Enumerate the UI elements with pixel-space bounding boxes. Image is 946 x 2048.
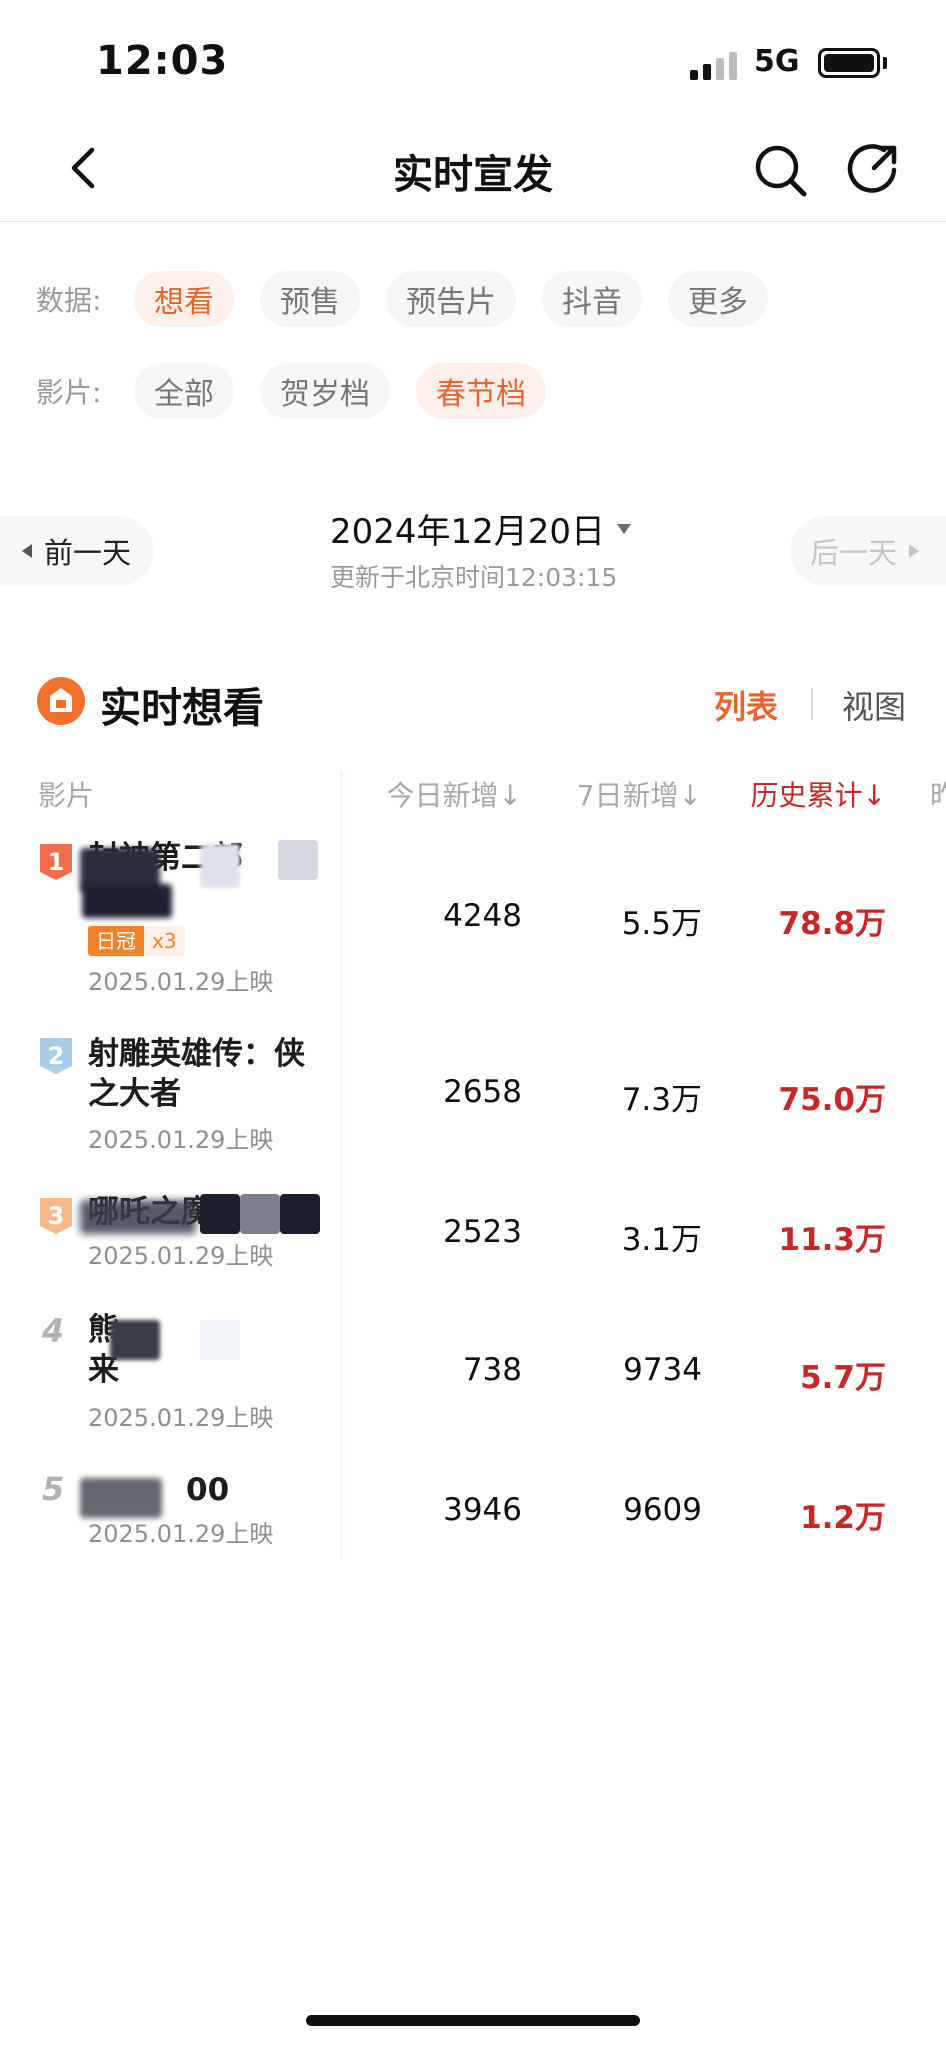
chip-spring-festival[interactable]: 春节档 xyxy=(416,363,546,419)
release-date: 2025.01.29上映 xyxy=(88,1126,274,1154)
home-indicator xyxy=(306,2015,640,2026)
film-filter-row: 影片: 全部 贺岁档 春节档 xyxy=(36,362,572,420)
data-filter-label: 数据: xyxy=(36,284,102,317)
rank-number: 3 xyxy=(48,1202,65,1230)
release-date: 2025.01.29上映 xyxy=(88,1520,274,1548)
chip-all[interactable]: 全部 xyxy=(134,363,234,419)
search-icon[interactable] xyxy=(748,138,812,202)
total-count: 1.2万 xyxy=(800,1500,886,1536)
chip-douyin[interactable]: 抖音 xyxy=(542,271,642,327)
chip-presale[interactable]: 预售 xyxy=(260,271,360,327)
today-count: 2658 xyxy=(443,1074,522,1110)
caret-down-icon xyxy=(617,523,632,534)
column-yesterday-cut: 昨 xyxy=(930,779,946,812)
table-row[interactable]: 2 射雕英雄传：侠 之大者 2025.01.29上映 2658 7.3万 75.… xyxy=(0,1032,946,1182)
censor-block xyxy=(82,884,172,918)
badge-count: x3 xyxy=(144,926,185,956)
film-name-line2: 之大者 xyxy=(88,1076,181,1112)
network-label: 5G xyxy=(754,44,800,79)
share-icon[interactable] xyxy=(840,138,904,202)
table-row[interactable]: 1 封神第二部 日冠 x3 2025.01.29上映 4248 5.5万 78.… xyxy=(0,838,946,998)
total-count: 5.7万 xyxy=(800,1360,886,1396)
week-count: 9609 xyxy=(623,1492,702,1528)
battery-icon xyxy=(818,48,880,78)
censor-block xyxy=(200,844,240,888)
rank-number: 5 xyxy=(42,1470,65,1508)
week-count: 9734 xyxy=(623,1352,702,1388)
rank-3-icon: 3 xyxy=(40,1198,72,1234)
data-filter-row: 数据: 想看 预售 预告片 抖音 更多 xyxy=(36,270,794,328)
today-count: 738 xyxy=(462,1352,522,1388)
battery-nub xyxy=(883,57,887,69)
chip-trailer[interactable]: 预告片 xyxy=(386,271,516,327)
section-title: 实时想看 xyxy=(100,684,264,732)
release-date: 2025.01.29上映 xyxy=(88,1242,274,1270)
arrow-right-icon xyxy=(909,544,920,558)
censor-block xyxy=(278,840,318,880)
censor-block xyxy=(80,1200,196,1234)
nav-bar: 实时宣发 xyxy=(0,120,946,222)
chip-want-to-see[interactable]: 想看 xyxy=(134,271,234,327)
date-picker[interactable]: 2024年12月20日 xyxy=(330,504,632,553)
column-film: 影片 xyxy=(38,779,95,812)
film-name: 00 xyxy=(186,1472,230,1508)
rank-2-icon: 2 xyxy=(40,1038,72,1074)
table-row[interactable]: 4 熊 来 2025.01.29上映 738 9734 5.7万 xyxy=(0,1310,946,1440)
table-row[interactable]: 5 00 2025.01.29上映 3946 9609 1.2万 xyxy=(0,1470,946,1570)
date-bar: 前一天 2024年12月20日 更新于北京时间12:03:15 后一天 xyxy=(0,500,946,600)
censor-block xyxy=(110,1320,160,1360)
daily-champion-badge: 日冠 x3 xyxy=(88,926,185,956)
release-date: 2025.01.29上映 xyxy=(88,968,274,996)
section-header: 实时想看 列表 视图 xyxy=(0,664,946,740)
column-week-sort[interactable]: 7日新增↓ xyxy=(577,774,702,814)
view-chart-toggle[interactable]: 视图 xyxy=(842,682,906,728)
film-filter-label: 影片: xyxy=(36,376,102,409)
today-count: 4248 xyxy=(443,898,522,934)
next-day-label: 后一天 xyxy=(810,536,898,570)
table-row[interactable]: 3 哪吒之魔童闹 2025.01.29上映 2523 3.1万 11.3万 xyxy=(0,1192,946,1302)
censor-block xyxy=(240,1194,280,1234)
week-count: 7.3万 xyxy=(621,1082,702,1118)
column-total-sort[interactable]: 历史累计↓ xyxy=(751,774,886,814)
film-name: 射雕英雄传：侠 xyxy=(88,1036,305,1072)
total-count: 75.0万 xyxy=(778,1082,887,1118)
prev-day-button[interactable]: 前一天 xyxy=(0,516,154,586)
next-day-button[interactable]: 后一天 xyxy=(790,516,946,586)
view-divider xyxy=(811,688,813,720)
prev-day-label: 前一天 xyxy=(44,536,132,570)
release-date: 2025.01.29上映 xyxy=(88,1404,274,1432)
rank-number: 1 xyxy=(48,848,65,876)
censor-block xyxy=(80,1478,162,1518)
total-count: 11.3万 xyxy=(778,1222,887,1258)
chip-more[interactable]: 更多 xyxy=(668,271,768,327)
badge-label: 日冠 xyxy=(88,926,144,956)
week-count: 3.1万 xyxy=(621,1222,702,1258)
today-count: 3946 xyxy=(443,1492,522,1528)
view-list-toggle[interactable]: 列表 xyxy=(714,682,778,728)
week-count: 5.5万 xyxy=(621,906,702,942)
status-time: 12:03 xyxy=(96,38,229,84)
ticket-badge-icon xyxy=(37,677,85,725)
today-count: 2523 xyxy=(443,1214,522,1250)
censor-block xyxy=(200,1194,240,1234)
column-today-sort[interactable]: 今日新增↓ xyxy=(387,774,522,814)
table-header: 影片 今日新增↓ 7日新增↓ 历史累计↓ 昨 xyxy=(0,768,946,818)
rank-1-icon: 1 xyxy=(40,844,72,880)
status-bar: 12:03 5G xyxy=(0,0,946,120)
update-time: 更新于北京时间12:03:15 xyxy=(330,563,618,592)
rank-number: 4 xyxy=(42,1312,65,1350)
censor-block xyxy=(200,1320,240,1360)
arrow-left-icon xyxy=(22,544,32,558)
chip-new-year-season[interactable]: 贺岁档 xyxy=(260,363,390,419)
current-date: 2024年12月20日 xyxy=(330,512,606,552)
rank-number: 2 xyxy=(48,1042,65,1070)
signal-icon xyxy=(690,50,740,80)
censor-block xyxy=(280,1194,320,1234)
total-count: 78.8万 xyxy=(778,906,887,942)
